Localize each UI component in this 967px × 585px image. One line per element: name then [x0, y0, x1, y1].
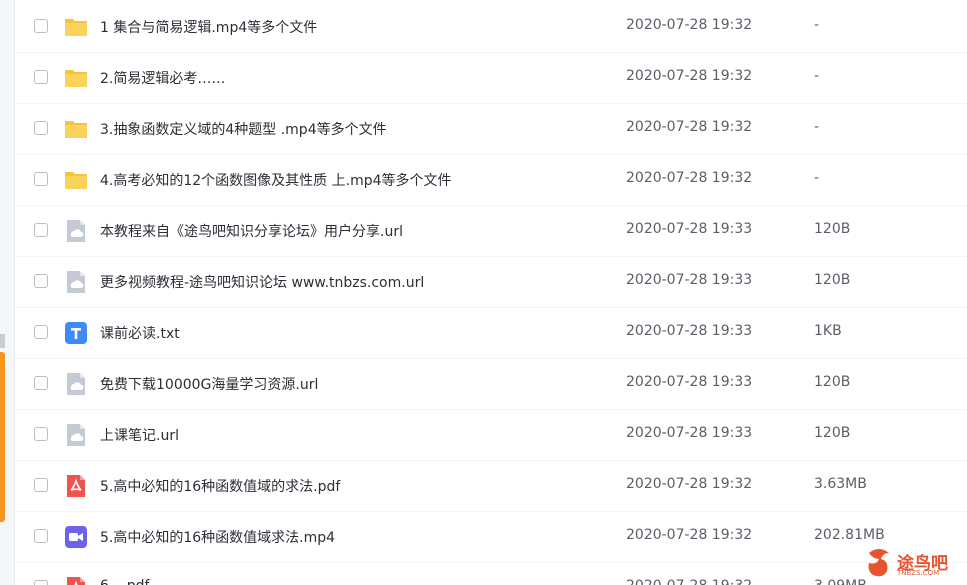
file-name[interactable]: 本教程来自《途鸟吧知识分享论坛》用户分享.url — [100, 221, 403, 241]
file-size: 1KB — [814, 323, 842, 339]
folder-icon — [64, 168, 88, 192]
file-row[interactable]: 2.简易逻辑必考…… 2020-07-28 19:32 - — [16, 53, 967, 104]
url-file-icon — [64, 423, 88, 447]
file-row[interactable]: 上课笔记.url 2020-07-28 19:33 120B — [16, 410, 967, 461]
row-checkbox[interactable] — [34, 427, 48, 441]
file-size: 120B — [814, 425, 851, 441]
file-date: 2020-07-28 19:33 — [626, 272, 753, 288]
file-row[interactable]: 本教程来自《途鸟吧知识分享论坛》用户分享.url 2020-07-28 19:33… — [16, 206, 967, 257]
row-checkbox[interactable] — [34, 19, 48, 33]
file-row[interactable]: 更多视频教程-途鸟吧知识论坛 www.tnbzs.com.url 2020-07-… — [16, 257, 967, 308]
row-checkbox[interactable] — [34, 172, 48, 186]
file-name[interactable]: 5.高中必知的16种函数值域的求法.pdf — [100, 476, 340, 496]
text-file-icon — [64, 321, 88, 345]
file-date: 2020-07-28 19:32 — [626, 476, 753, 492]
video-file-icon — [64, 525, 88, 549]
file-date: 2020-07-28 19:32 — [626, 170, 753, 186]
sidebar-scroll-marker — [0, 334, 5, 348]
row-checkbox[interactable] — [34, 529, 48, 543]
file-name[interactable]: 3.抽象函数定义域的4种题型 .mp4等多个文件 — [100, 119, 387, 139]
file-size: - — [814, 170, 820, 186]
file-size: 120B — [814, 221, 851, 237]
file-size: - — [814, 119, 820, 135]
file-row[interactable]: 课前必读.txt 2020-07-28 19:33 1KB — [16, 308, 967, 359]
row-checkbox[interactable] — [34, 376, 48, 390]
row-checkbox[interactable] — [34, 121, 48, 135]
file-list: 1 集合与简易逻辑.mp4等多个文件 2020-07-28 19:32-2.简易逻… — [16, 2, 967, 585]
file-name[interactable]: 2.简易逻辑必考…… — [100, 68, 225, 88]
pdf-file-icon — [64, 576, 88, 585]
pdf-file-icon — [64, 474, 88, 498]
file-row[interactable]: 4.高考必知的12个函数图像及其性质 上.mp4等多个文件 2020-07-28 … — [16, 155, 967, 206]
file-name[interactable]: 上课笔记.url — [100, 425, 179, 445]
row-checkbox[interactable] — [34, 478, 48, 492]
file-date: 2020-07-28 19:32 — [626, 527, 753, 543]
row-checkbox[interactable] — [34, 274, 48, 288]
file-size: 3.63MB — [814, 476, 867, 492]
file-date: 2020-07-28 19:33 — [626, 425, 753, 441]
file-size: - — [814, 68, 820, 84]
file-name[interactable]: 更多视频教程-途鸟吧知识论坛 www.tnbzs.com.url — [100, 272, 424, 292]
file-row[interactable]: 5.高中必知的16种函数值域的求法.pdf 2020-07-28 19:32 3.6… — [16, 461, 967, 512]
file-name[interactable]: 1 集合与简易逻辑.mp4等多个文件 — [100, 17, 317, 37]
url-file-icon — [64, 372, 88, 396]
folder-icon — [64, 66, 88, 90]
file-size: - — [814, 17, 820, 33]
file-date: 2020-07-28 19:32 — [626, 17, 753, 33]
file-date: 2020-07-28 19:33 — [626, 323, 753, 339]
file-name[interactable]: 免费下载10000G海量学习资源.url — [100, 374, 318, 394]
file-row[interactable]: 1 集合与简易逻辑.mp4等多个文件 2020-07-28 19:32 - — [16, 2, 967, 53]
folder-icon — [64, 15, 88, 39]
file-manager-page: 1 集合与简易逻辑.mp4等多个文件 2020-07-28 19:32-2.简易逻… — [0, 0, 967, 585]
folder-icon — [64, 117, 88, 141]
file-size: 120B — [814, 374, 851, 390]
row-checkbox[interactable] — [34, 325, 48, 339]
file-name[interactable]: 课前必读.txt — [100, 323, 180, 343]
row-checkbox[interactable] — [34, 70, 48, 84]
bird-logo-icon — [868, 549, 889, 577]
url-file-icon — [64, 270, 88, 294]
file-row[interactable]: 5.高中必知的16种函数值域求法.mp4 2020-07-28 19:32 202.… — [16, 512, 967, 563]
file-name[interactable]: 4.高考必知的12个函数图像及其性质 上.mp4等多个文件 — [100, 170, 452, 190]
file-row[interactable]: 6....pdf 2020-07-28 19:32 3.09MB — [16, 563, 967, 585]
file-date: 2020-07-28 19:32 — [626, 68, 753, 84]
row-checkbox[interactable] — [34, 580, 48, 585]
file-size: 120B — [814, 272, 851, 288]
row-checkbox[interactable] — [34, 223, 48, 237]
file-date: 2020-07-28 19:33 — [626, 221, 753, 237]
file-date: 2020-07-28 19:33 — [626, 374, 753, 390]
sidebar-accent-bar — [0, 352, 5, 522]
file-name[interactable]: 6....pdf — [100, 578, 149, 585]
file-row[interactable]: 3.抽象函数定义域的4种题型 .mp4等多个文件 2020-07-28 19:32… — [16, 104, 967, 155]
file-size: 3.09MB — [814, 578, 867, 585]
file-date: 2020-07-28 19:32 — [626, 119, 753, 135]
file-name[interactable]: 5.高中必知的16种函数值域求法.mp4 — [100, 527, 335, 547]
url-file-icon — [64, 219, 88, 243]
file-row[interactable]: 免费下载10000G海量学习资源.url 2020-07-28 19:33 120B — [16, 359, 967, 410]
file-date: 2020-07-28 19:32 — [626, 578, 752, 585]
watermark: 途鸟吧 TNBZS.COM — [865, 547, 961, 581]
file-size: 202.81MB — [814, 527, 885, 543]
watermark-subtext: TNBZS.COM — [897, 569, 940, 577]
